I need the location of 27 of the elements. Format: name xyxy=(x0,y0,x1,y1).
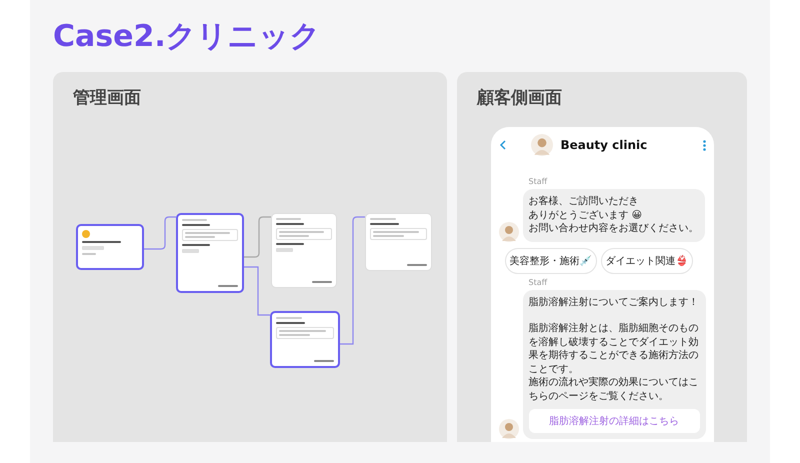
avatar-icon xyxy=(498,419,518,439)
emoji-icon xyxy=(82,230,90,238)
sender-name: Staff xyxy=(528,278,548,286)
quick-reply-button[interactable]: 美容整形・施術💉 xyxy=(504,248,596,274)
message-text: 施術の流れや実際の効果についてはこちらのページをご覧ください。 xyxy=(528,376,700,403)
back-icon[interactable] xyxy=(498,140,506,150)
panel-heading: 顧客側画面 xyxy=(477,87,563,109)
connector-line xyxy=(144,216,176,250)
panel-heading: 管理画面 xyxy=(73,87,142,109)
chat-title: Beauty clinic xyxy=(560,138,648,152)
connector-line xyxy=(244,216,271,258)
message-text: 脂肪溶解注射とは、脂肪細胞そのものを溶解し破壊することでダイエット効果を期待することができる施術方法のことです。 xyxy=(528,322,700,376)
flow-node[interactable] xyxy=(76,224,144,270)
message-text: お客様、ご訪問いただき xyxy=(528,195,640,208)
quick-reply-button[interactable]: ダイエット関連👙 xyxy=(600,248,692,274)
more-icon[interactable] xyxy=(702,140,706,150)
sender-name: Staff xyxy=(528,177,548,186)
avatar-icon xyxy=(498,222,518,242)
connector-line xyxy=(244,266,270,316)
flow-node[interactable] xyxy=(176,213,244,293)
message-text: お問い合わせ内容をお選びください。 xyxy=(528,222,698,236)
message-text: ありがとうございます 😀 xyxy=(528,208,644,222)
message-text: 脂肪溶解注射についてご案内します！ xyxy=(528,296,700,309)
page-title: Case2.クリニック xyxy=(53,18,322,56)
flow-node[interactable] xyxy=(270,311,340,368)
avatar-icon xyxy=(530,134,552,156)
link-button[interactable]: 脂肪溶解注射の詳細はこちら xyxy=(528,409,700,433)
